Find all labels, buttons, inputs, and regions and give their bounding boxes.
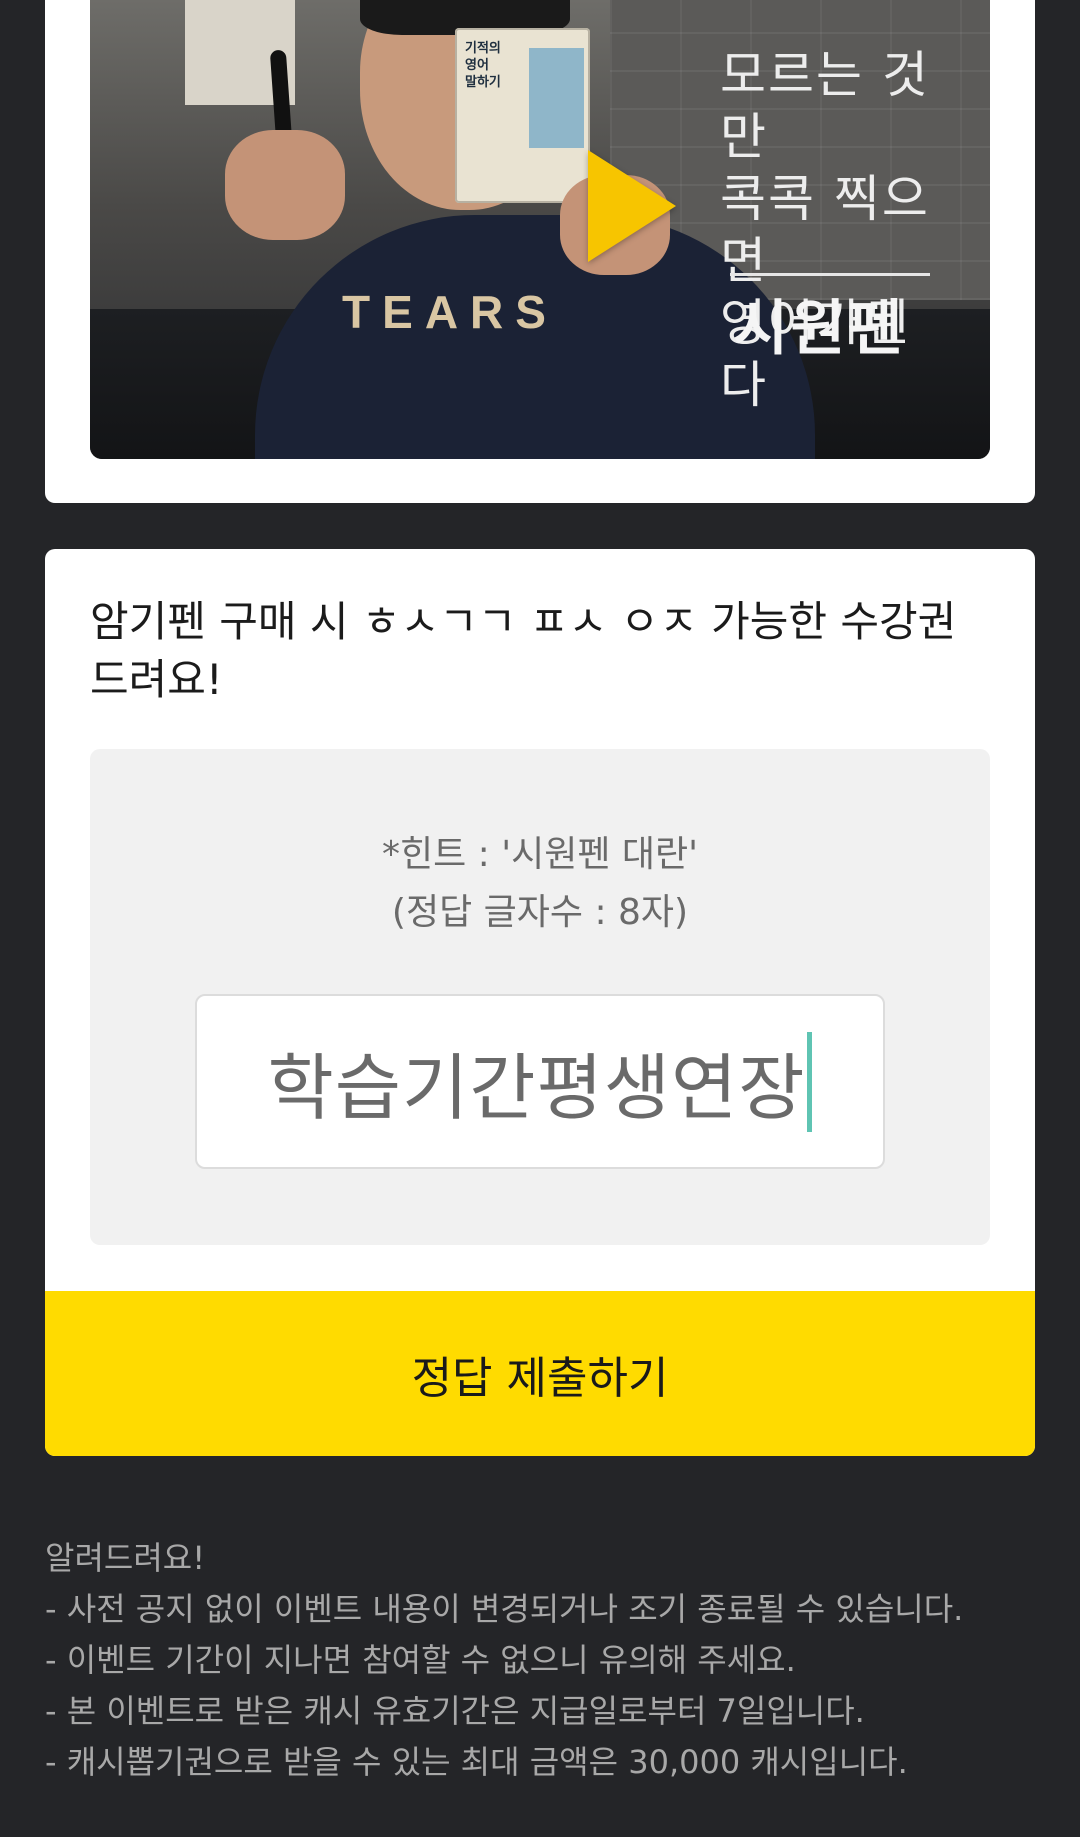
quiz-question: 암기펜 구매 시 ㅎㅅㄱㄱ ㅍㅅ ㅇㅈ 가능한 수강권 드려요! <box>90 597 957 704</box>
overlay-brand: 시원펜 <box>733 294 905 364</box>
notice-section: 알려드려요! - 사전 공지 없이 이벤트 내용이 변경되거나 조기 종료될 수… <box>45 1533 1045 1788</box>
quiz-card: 암기펜 구매 시 ㅎㅅㄱㄱ ㅍㅅ ㅇㅈ 가능한 수강권 드려요! *힌트 : '… <box>45 549 1035 1456</box>
answer-input[interactable]: 학습기간평생연장 <box>195 994 885 1169</box>
hint-text: *힌트 : '시원펜 대란' <box>381 834 699 875</box>
text-caret <box>807 1031 813 1132</box>
left-hand <box>225 130 345 240</box>
video-card: TEARS 기적의 영어 말하기 모르는 것만 콕콕 찍으면 영어가된다 시원펜 <box>45 0 1035 503</box>
play-icon[interactable] <box>588 150 676 262</box>
notice-title: 알려드려요! <box>45 1539 206 1577</box>
answer-length-hint: (정답 글자수 : 8자) <box>391 892 689 933</box>
book-image: 기적의 영어 말하기 <box>455 28 590 203</box>
notice-item: - 캐시뽑기권으로 받을 수 있는 최대 금액은 30,000 캐시입니다. <box>45 1743 908 1781</box>
shirt-text: TEARS <box>342 286 558 338</box>
video-thumbnail[interactable]: TEARS 기적의 영어 말하기 모르는 것만 콕콕 찍으면 영어가된다 시원펜 <box>90 0 990 459</box>
answer-input-value: 학습기간평생연장 <box>267 1046 806 1130</box>
overlay-divider <box>730 273 930 276</box>
submit-answer-label: 정답 제출하기 <box>411 1352 669 1404</box>
hint-box: *힌트 : '시원펜 대란' (정답 글자수 : 8자) 학습기간평생연장 <box>90 749 990 1245</box>
book-title: 기적의 영어 말하기 <box>465 41 501 90</box>
book-cover-photo <box>529 48 584 148</box>
notice-item: - 본 이벤트로 받은 캐시 유효기간은 지급일로부터 7일입니다. <box>45 1692 865 1730</box>
notice-item: - 사전 공지 없이 이벤트 내용이 변경되거나 조기 종료될 수 있습니다. <box>45 1590 964 1628</box>
notice-item: - 이벤트 기간이 지나면 참여할 수 없으니 유의해 주세요. <box>45 1641 796 1679</box>
submit-answer-button[interactable]: 정답 제출하기 <box>45 1291 1035 1456</box>
